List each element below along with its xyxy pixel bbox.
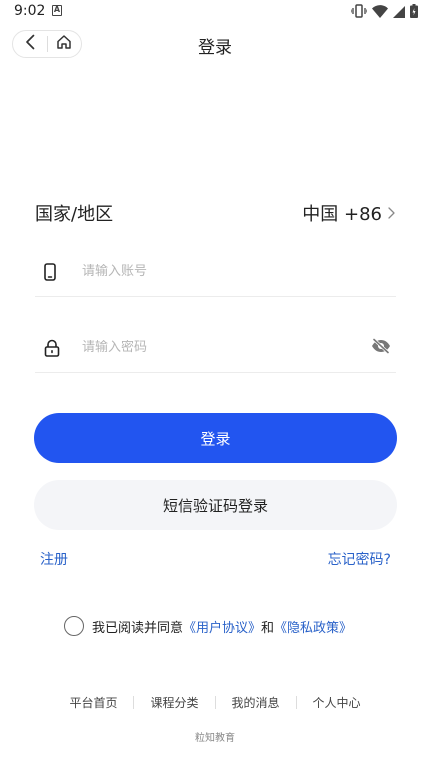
footer-item-messages[interactable]: 我的消息 (216, 694, 296, 711)
signal-icon (393, 3, 405, 22)
phone-icon (35, 262, 71, 281)
toggle-password-visibility[interactable] (366, 337, 396, 358)
footer-item-home[interactable]: 平台首页 (53, 694, 133, 711)
region-value: 中国 +86 (302, 204, 382, 225)
register-link[interactable]: 注册 (40, 549, 68, 569)
agreement-prefix: 我已阅读并同意 (92, 620, 184, 636)
password-field-row (35, 323, 396, 373)
sms-login-button[interactable]: 短信验证码登录 (34, 480, 397, 530)
notification-icon: A (52, 5, 62, 16)
footer-item-courses[interactable]: 课程分类 (134, 694, 214, 711)
wifi-icon (372, 3, 388, 22)
vibrate-icon (350, 3, 368, 22)
privacy-policy-link[interactable]: 《隐私政策》 (274, 617, 352, 636)
forgot-password-link[interactable]: 忘记密码? (328, 549, 391, 569)
page-title: 登录 (198, 38, 232, 58)
status-icons (350, 3, 418, 22)
agreement-row: 我已阅读并同意 《用户协议》 和 《隐私政策》 (64, 615, 352, 637)
status-time: 9:02 (14, 3, 46, 19)
account-input[interactable] (71, 264, 396, 279)
footer-nav: 平台首页 课程分类 我的消息 个人中心 (0, 694, 430, 711)
password-input[interactable] (71, 340, 366, 355)
user-agreement-link[interactable]: 《用户协议》 (183, 617, 261, 636)
status-bar: 9:02 A (0, 0, 430, 24)
footer-brand: 粒知教育 (195, 733, 235, 744)
region-selector[interactable]: 国家/地区 中国 +86 (35, 199, 395, 227)
footer-item-profile[interactable]: 个人中心 (297, 694, 377, 711)
battery-icon (410, 3, 418, 22)
lock-icon (35, 339, 71, 357)
agreement-checkbox[interactable] (64, 616, 84, 636)
account-field-row (35, 247, 396, 297)
chevron-right-icon (388, 204, 395, 223)
region-value-group: 中国 +86 (302, 200, 395, 226)
eye-off-icon (371, 337, 391, 358)
agreement-and: 和 (261, 620, 275, 636)
login-button[interactable]: 登录 (34, 413, 397, 463)
region-label: 国家/地区 (35, 204, 114, 225)
